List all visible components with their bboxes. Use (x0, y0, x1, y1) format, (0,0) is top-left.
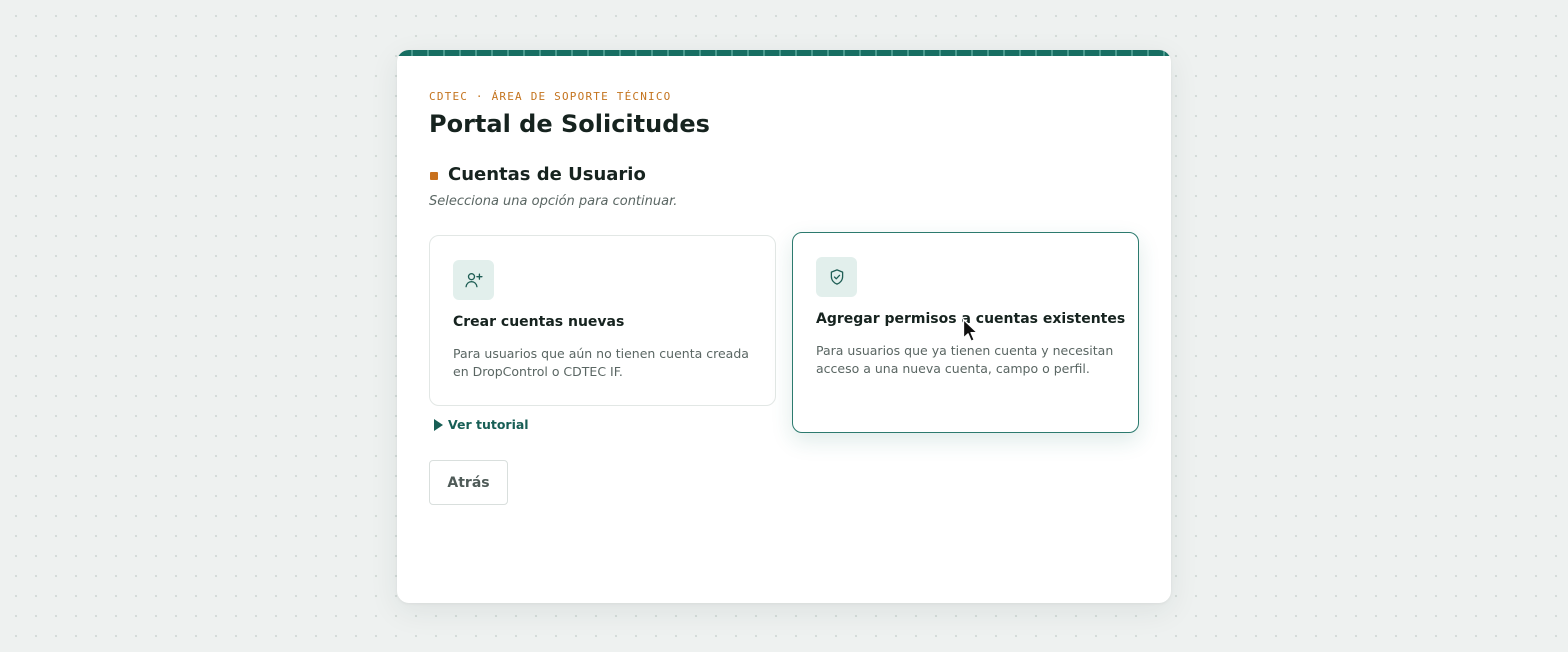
option-description: Para usuarios que ya tienen cuenta y nec… (816, 343, 1114, 376)
section-subtitle: Selecciona una opción para continuar. (429, 194, 678, 209)
shield-check-icon (816, 257, 857, 297)
option-title: Crear cuentas nuevas (453, 314, 625, 330)
back-button[interactable]: Atrás (429, 460, 508, 505)
option-create-accounts[interactable]: Crear cuentas nuevas Para usuarios que a… (429, 235, 776, 406)
header-kicker: CDTEC · ÁREA DE SOPORTE TÉCNICO (429, 90, 672, 103)
mouse-cursor-icon (962, 318, 978, 342)
section-title: Cuentas de Usuario (448, 164, 646, 185)
play-icon (434, 418, 443, 431)
option-description: Para usuarios que aún no tienen cuenta c… (453, 346, 749, 379)
user-plus-icon (453, 260, 494, 300)
card-top-accent-bar (397, 50, 1171, 56)
tutorial-label: Ver tutorial (448, 417, 529, 432)
request-portal-card: CDTEC · ÁREA DE SOPORTE TÉCNICO Portal d… (397, 50, 1171, 603)
section-marker-icon (430, 172, 438, 180)
view-tutorial-link[interactable]: Ver tutorial (434, 417, 529, 432)
page-title: Portal de Solicitudes (429, 110, 710, 138)
